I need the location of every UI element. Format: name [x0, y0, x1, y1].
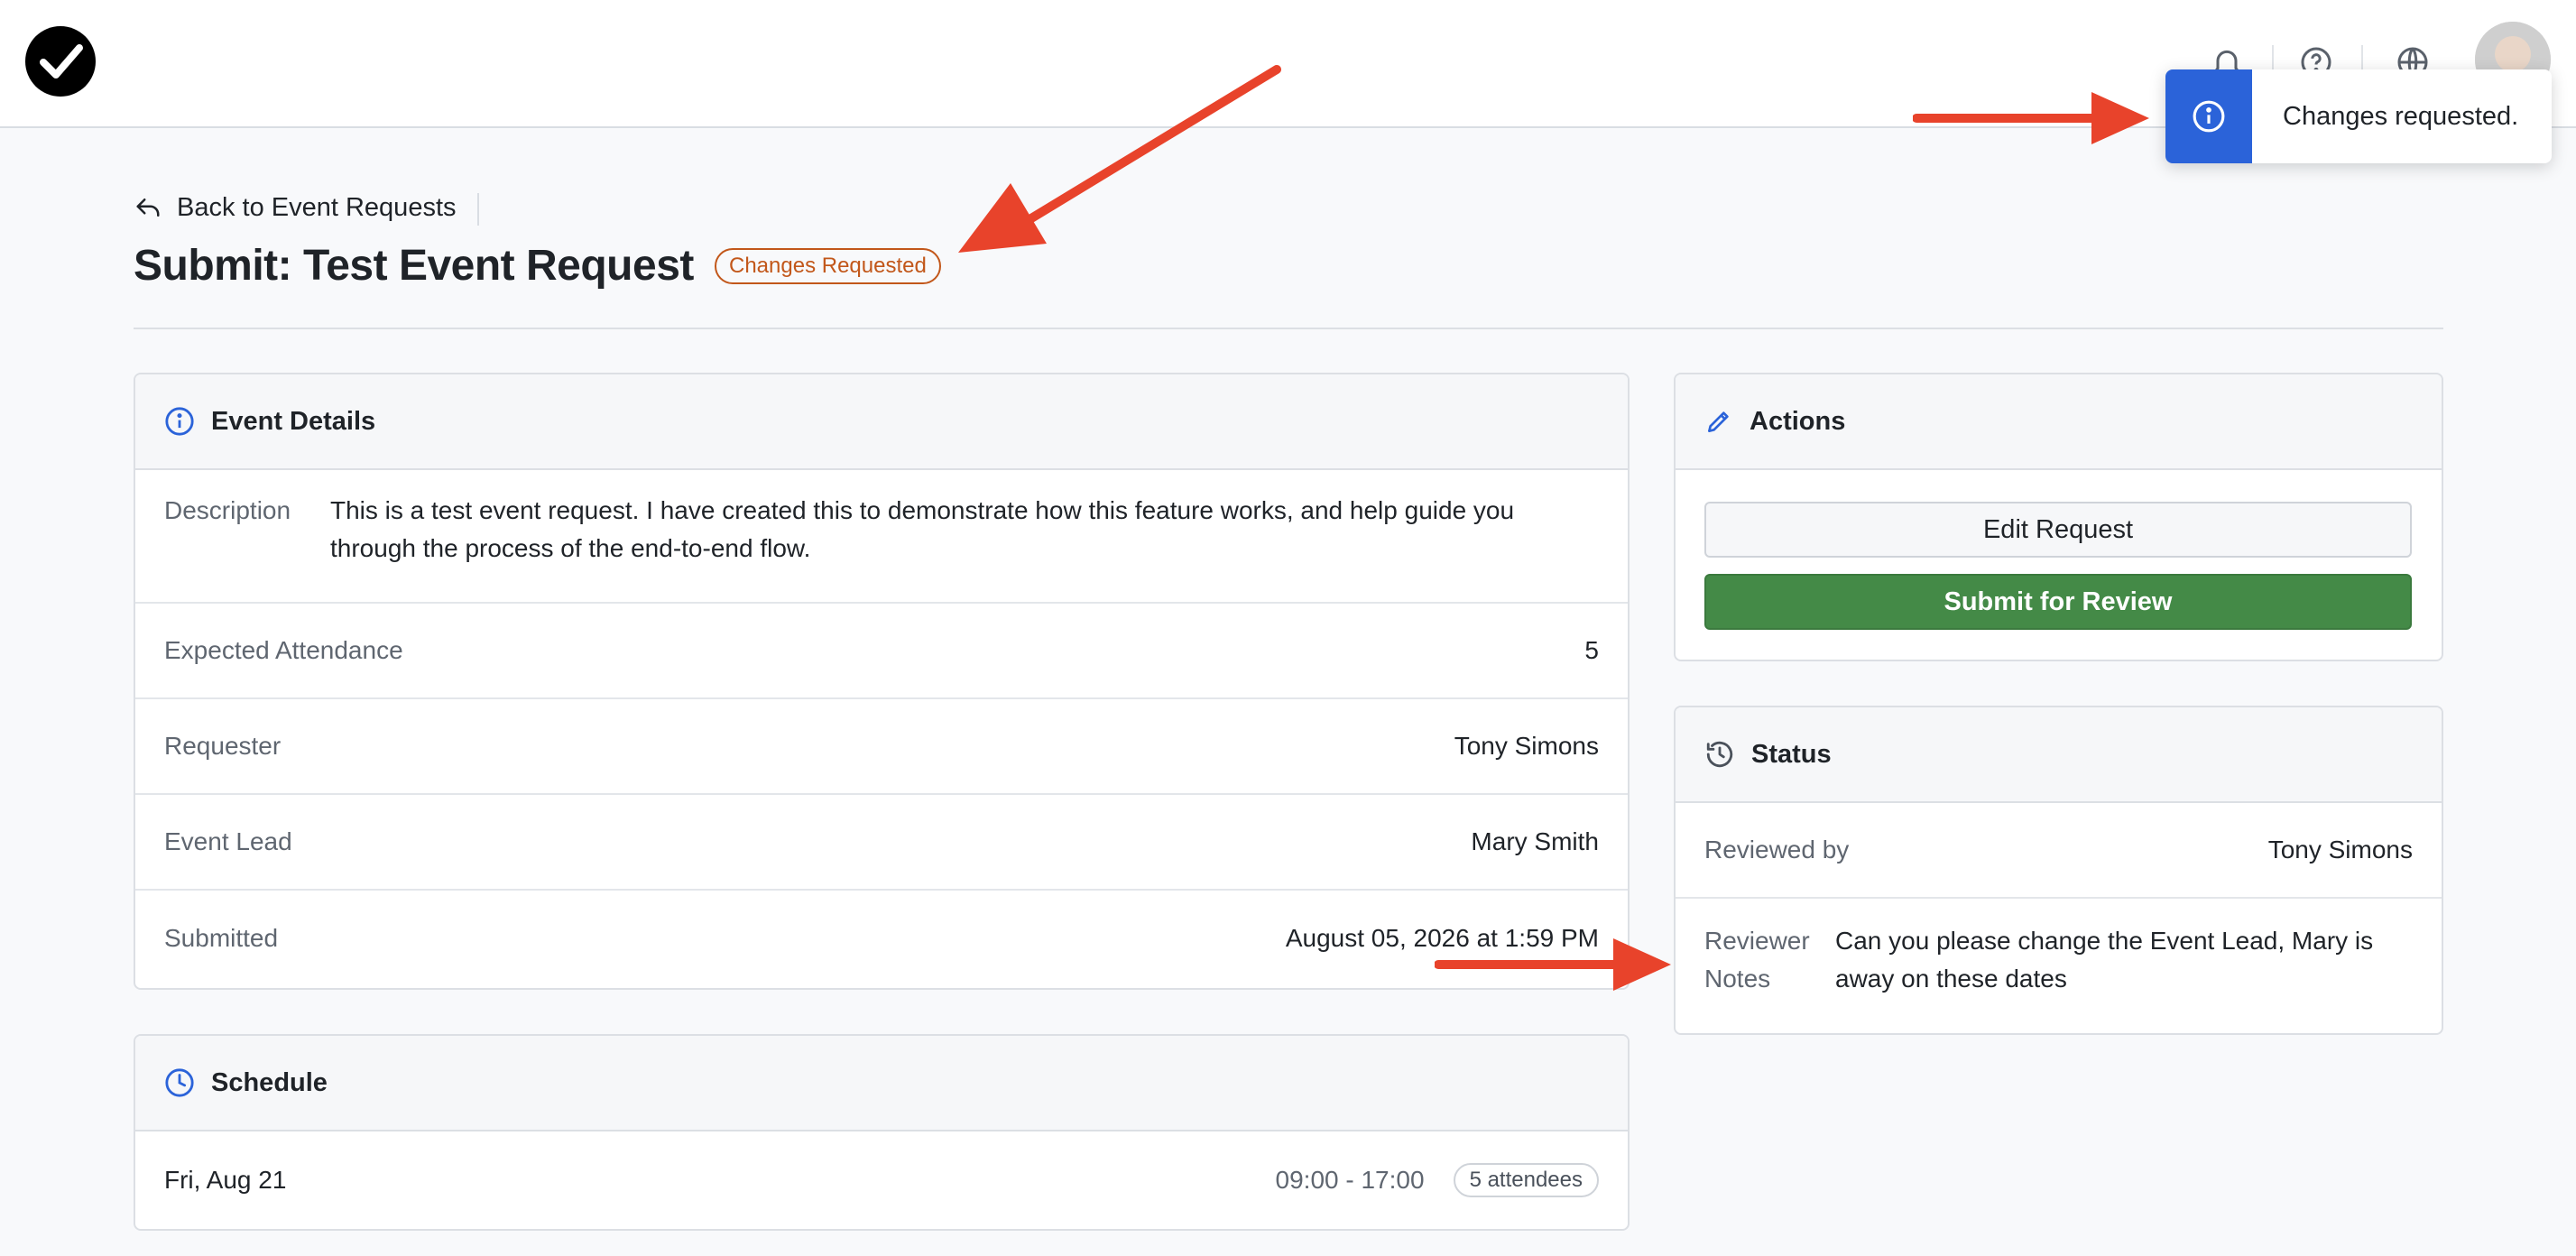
schedule-item: Fri, Aug 21 09:00 - 17:00 5 attendees: [135, 1131, 1628, 1229]
detail-label: Expected Attendance: [164, 636, 403, 664]
status-card: Status Reviewed by Tony Simons Reviewer …: [1674, 706, 2443, 1035]
back-to-event-requests-link[interactable]: Back to Event Requests: [134, 189, 457, 226]
back-link-label: Back to Event Requests: [177, 192, 457, 222]
edit-request-button[interactable]: Edit Request: [1704, 502, 2412, 558]
detail-label: Event Lead: [164, 827, 292, 855]
detail-value: Mary Smith: [1471, 827, 1599, 855]
breadcrumb-separator: [477, 193, 479, 226]
schedule-heading: Schedule: [211, 1067, 328, 1097]
detail-label: Requester: [164, 732, 282, 760]
toast-message: Changes requested.: [2283, 101, 2519, 131]
status-badge: Changes Requested: [715, 248, 941, 284]
reply-arrow-icon: [136, 199, 160, 217]
schedule-date: Fri, Aug 21: [164, 1166, 287, 1194]
submit-for-review-button[interactable]: Submit for Review: [1704, 574, 2412, 630]
schedule-meta: 09:00 - 17:00 5 attendees: [1276, 1163, 1599, 1197]
reviewed-by-row: Reviewed by Tony Simons: [1676, 803, 2442, 899]
detail-row-submitted: Submitted August 05, 2026 at 1:59 PM: [135, 891, 1628, 986]
event-details-header: Event Details: [135, 374, 1628, 470]
schedule-time: 09:00 - 17:00: [1275, 1166, 1425, 1194]
detail-row-requester: Requester Tony Simons: [135, 699, 1628, 795]
description-label: Description: [164, 496, 291, 524]
reviewer-notes-value: Can you please change the Event Lead, Ma…: [1835, 927, 2374, 993]
history-icon: [1706, 741, 1733, 768]
description-value: This is a test event request. I have cre…: [330, 496, 1515, 562]
detail-value: 5: [1584, 636, 1599, 664]
page-title: Submit: Test Event Request: [134, 242, 694, 290]
actions-heading: Actions: [1750, 406, 1846, 436]
reviewed-by-value: Tony Simons: [2267, 836, 2413, 864]
description-row: Description This is a test event request…: [135, 470, 1628, 604]
detail-row-event-lead: Event Lead Mary Smith: [135, 795, 1628, 891]
status-header: Status: [1676, 707, 2442, 803]
event-details-heading: Event Details: [211, 406, 376, 436]
pencil-icon: [1708, 411, 1729, 432]
reviewer-notes-label: Reviewer Notes: [1704, 927, 1810, 993]
event-details-card: Event Details Description This is a test…: [134, 373, 1630, 990]
checkmark-circle-logo[interactable]: [25, 26, 96, 97]
detail-value: August 05, 2026 at 1:59 PM: [1285, 924, 1599, 952]
info-icon: [165, 407, 194, 436]
actions-header: Actions: [1676, 374, 2442, 470]
schedule-header: Schedule: [135, 1036, 1628, 1131]
reviewer-notes-row: Reviewer Notes Can you please change the…: [1676, 899, 2442, 1021]
toast-icon-area: [2165, 69, 2252, 163]
attendees-badge: 5 attendees: [1453, 1163, 1599, 1197]
detail-label: Submitted: [164, 924, 279, 952]
toast-notification: Changes requested.: [2165, 69, 2552, 163]
detail-value: Tony Simons: [1454, 732, 1599, 760]
schedule-card: Schedule Fri, Aug 21 09:00 - 17:00 5 att…: [134, 1034, 1630, 1231]
clock-icon: [165, 1068, 194, 1097]
actions-card: Actions Edit Request Submit for Review: [1674, 373, 2443, 661]
reviewed-by-label: Reviewed by: [1704, 836, 1850, 864]
title-divider: [134, 328, 2443, 329]
status-heading: Status: [1751, 739, 1832, 769]
info-icon: [2193, 100, 2225, 133]
detail-row-expected-attendance: Expected Attendance 5: [135, 604, 1628, 699]
